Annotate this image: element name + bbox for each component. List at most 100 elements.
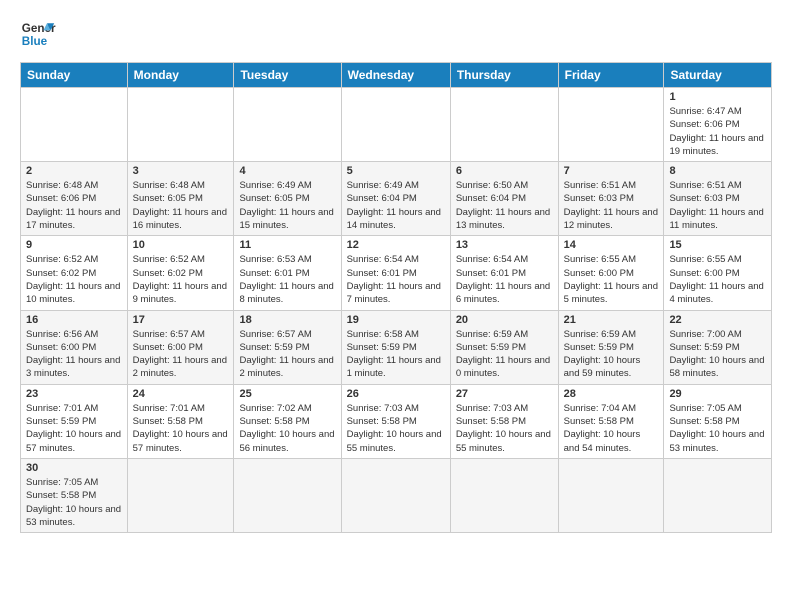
day-info: Sunrise: 6:59 AM Sunset: 5:59 PM Dayligh… (564, 328, 659, 381)
day-cell (234, 458, 341, 532)
day-number: 25 (239, 388, 335, 400)
day-info: Sunrise: 6:58 AM Sunset: 5:59 PM Dayligh… (347, 328, 445, 381)
day-number: 5 (347, 165, 445, 177)
day-number: 1 (669, 91, 766, 103)
day-cell (127, 458, 234, 532)
day-info: Sunrise: 6:52 AM Sunset: 6:02 PM Dayligh… (26, 253, 122, 306)
day-number: 15 (669, 239, 766, 251)
day-info: Sunrise: 6:49 AM Sunset: 6:05 PM Dayligh… (239, 179, 335, 232)
day-cell: 8 Sunrise: 6:51 AM Sunset: 6:03 PM Daylig… (664, 162, 772, 236)
day-cell: 14 Sunrise: 6:55 AM Sunset: 6:00 PM Dayli… (558, 236, 664, 310)
day-number: 19 (347, 314, 445, 326)
day-info: Sunrise: 6:55 AM Sunset: 6:00 PM Dayligh… (669, 253, 766, 306)
day-header-tuesday: Tuesday (234, 63, 341, 88)
day-cell: 19 Sunrise: 6:58 AM Sunset: 5:59 PM Dayli… (341, 310, 450, 384)
day-number: 8 (669, 165, 766, 177)
day-number: 7 (564, 165, 659, 177)
day-info: Sunrise: 6:59 AM Sunset: 5:59 PM Dayligh… (456, 328, 553, 381)
day-info: Sunrise: 7:01 AM Sunset: 5:58 PM Dayligh… (133, 402, 229, 455)
day-cell: 18Sunrise: 6:57 AM Sunset: 5:59 PM Dayli… (234, 310, 341, 384)
logo: General Blue (20, 16, 56, 52)
day-header-sunday: Sunday (21, 63, 128, 88)
day-info: Sunrise: 6:51 AM Sunset: 6:03 PM Dayligh… (669, 179, 766, 232)
day-number: 28 (564, 388, 659, 400)
day-cell: 29 Sunrise: 7:05 AM Sunset: 5:58 PM Dayli… (664, 384, 772, 458)
day-cell: 25 Sunrise: 7:02 AM Sunset: 5:58 PM Dayli… (234, 384, 341, 458)
day-info: Sunrise: 7:03 AM Sunset: 5:58 PM Dayligh… (347, 402, 445, 455)
day-number: 22 (669, 314, 766, 326)
day-cell (450, 458, 558, 532)
week-row-3: 9 Sunrise: 6:52 AM Sunset: 6:02 PM Daylig… (21, 236, 772, 310)
day-info: Sunrise: 6:54 AM Sunset: 6:01 PM Dayligh… (456, 253, 553, 306)
day-info: Sunrise: 7:03 AM Sunset: 5:58 PM Dayligh… (456, 402, 553, 455)
day-info: Sunrise: 7:05 AM Sunset: 5:58 PM Dayligh… (26, 476, 122, 529)
day-number: 23 (26, 388, 122, 400)
day-cell (341, 88, 450, 162)
day-cell: 6 Sunrise: 6:50 AM Sunset: 6:04 PM Daylig… (450, 162, 558, 236)
day-info: Sunrise: 6:49 AM Sunset: 6:04 PM Dayligh… (347, 179, 445, 232)
day-number: 2 (26, 165, 122, 177)
day-cell (341, 458, 450, 532)
day-info: Sunrise: 6:52 AM Sunset: 6:02 PM Dayligh… (133, 253, 229, 306)
day-cell: 30 Sunrise: 7:05 AM Sunset: 5:58 PM Dayli… (21, 458, 128, 532)
day-info: Sunrise: 7:01 AM Sunset: 5:59 PM Dayligh… (26, 402, 122, 455)
day-cell: 17Sunrise: 6:57 AM Sunset: 6:00 PM Dayli… (127, 310, 234, 384)
day-info: Sunrise: 7:02 AM Sunset: 5:58 PM Dayligh… (239, 402, 335, 455)
day-cell (21, 88, 128, 162)
day-cell (127, 88, 234, 162)
day-cell: 11 Sunrise: 6:53 AM Sunset: 6:01 PM Dayli… (234, 236, 341, 310)
week-row-4: 16Sunrise: 6:56 AM Sunset: 6:00 PM Dayli… (21, 310, 772, 384)
day-number: 6 (456, 165, 553, 177)
week-row-5: 23 Sunrise: 7:01 AM Sunset: 5:59 PM Dayli… (21, 384, 772, 458)
day-info: Sunrise: 7:05 AM Sunset: 5:58 PM Dayligh… (669, 402, 766, 455)
day-info: Sunrise: 6:48 AM Sunset: 6:05 PM Dayligh… (133, 179, 229, 232)
day-info: Sunrise: 6:50 AM Sunset: 6:04 PM Dayligh… (456, 179, 553, 232)
day-number: 24 (133, 388, 229, 400)
day-header-friday: Friday (558, 63, 664, 88)
day-cell: 1 Sunrise: 6:47 AM Sunset: 6:06 PM Daylig… (664, 88, 772, 162)
day-cell: 15 Sunrise: 6:55 AM Sunset: 6:00 PM Dayli… (664, 236, 772, 310)
day-number: 12 (347, 239, 445, 251)
day-info: Sunrise: 6:54 AM Sunset: 6:01 PM Dayligh… (347, 253, 445, 306)
day-number: 3 (133, 165, 229, 177)
day-number: 29 (669, 388, 766, 400)
week-row-1: 1 Sunrise: 6:47 AM Sunset: 6:06 PM Daylig… (21, 88, 772, 162)
day-header-thursday: Thursday (450, 63, 558, 88)
day-header-wednesday: Wednesday (341, 63, 450, 88)
day-cell: 9 Sunrise: 6:52 AM Sunset: 6:02 PM Daylig… (21, 236, 128, 310)
day-info: Sunrise: 6:47 AM Sunset: 6:06 PM Dayligh… (669, 105, 766, 158)
week-row-6: 30 Sunrise: 7:05 AM Sunset: 5:58 PM Dayli… (21, 458, 772, 532)
day-cell: 27Sunrise: 7:03 AM Sunset: 5:58 PM Dayli… (450, 384, 558, 458)
day-cell: 3 Sunrise: 6:48 AM Sunset: 6:05 PM Daylig… (127, 162, 234, 236)
day-cell (558, 458, 664, 532)
header: General Blue (20, 16, 772, 52)
day-cell: 7Sunrise: 6:51 AM Sunset: 6:03 PM Daylig… (558, 162, 664, 236)
day-number: 11 (239, 239, 335, 251)
day-number: 9 (26, 239, 122, 251)
day-number: 30 (26, 462, 122, 474)
day-info: Sunrise: 6:57 AM Sunset: 5:59 PM Dayligh… (239, 328, 335, 381)
day-info: Sunrise: 6:56 AM Sunset: 6:00 PM Dayligh… (26, 328, 122, 381)
day-info: Sunrise: 7:04 AM Sunset: 5:58 PM Dayligh… (564, 402, 659, 455)
day-number: 20 (456, 314, 553, 326)
day-cell: 20 Sunrise: 6:59 AM Sunset: 5:59 PM Dayli… (450, 310, 558, 384)
header-row: SundayMondayTuesdayWednesdayThursdayFrid… (21, 63, 772, 88)
day-cell: 24 Sunrise: 7:01 AM Sunset: 5:58 PM Dayli… (127, 384, 234, 458)
day-info: Sunrise: 6:48 AM Sunset: 6:06 PM Dayligh… (26, 179, 122, 232)
day-cell: 16Sunrise: 6:56 AM Sunset: 6:00 PM Dayli… (21, 310, 128, 384)
day-info: Sunrise: 6:53 AM Sunset: 6:01 PM Dayligh… (239, 253, 335, 306)
calendar-table: SundayMondayTuesdayWednesdayThursdayFrid… (20, 62, 772, 533)
day-number: 13 (456, 239, 553, 251)
calendar-page: General Blue SundayMondayTuesdayWednesda… (0, 0, 792, 612)
day-info: Sunrise: 7:00 AM Sunset: 5:59 PM Dayligh… (669, 328, 766, 381)
day-cell: 2 Sunrise: 6:48 AM Sunset: 6:06 PM Daylig… (21, 162, 128, 236)
day-cell: 10 Sunrise: 6:52 AM Sunset: 6:02 PM Dayli… (127, 236, 234, 310)
day-header-monday: Monday (127, 63, 234, 88)
day-number: 10 (133, 239, 229, 251)
day-cell: 13 Sunrise: 6:54 AM Sunset: 6:01 PM Dayli… (450, 236, 558, 310)
day-number: 14 (564, 239, 659, 251)
day-cell: 12 Sunrise: 6:54 AM Sunset: 6:01 PM Dayli… (341, 236, 450, 310)
svg-text:Blue: Blue (22, 35, 48, 48)
day-info: Sunrise: 6:55 AM Sunset: 6:00 PM Dayligh… (564, 253, 659, 306)
day-info: Sunrise: 6:57 AM Sunset: 6:00 PM Dayligh… (133, 328, 229, 381)
